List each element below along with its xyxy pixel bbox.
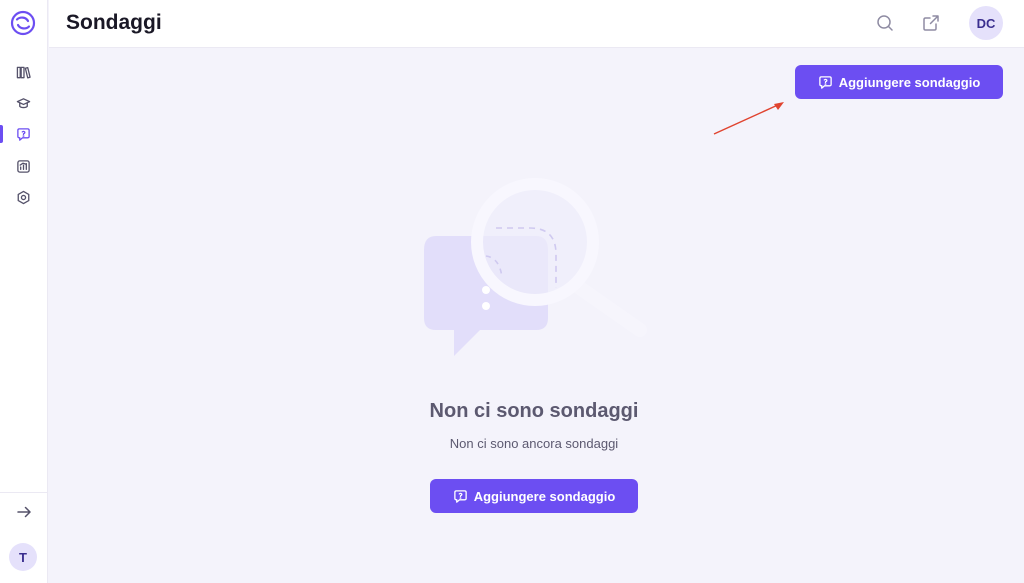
- sidebar-item-surveys[interactable]: [12, 123, 34, 145]
- question-bubble-icon: [453, 489, 467, 503]
- arrow-right-icon: [17, 506, 31, 518]
- chart-icon: [16, 159, 30, 173]
- add-survey-button[interactable]: Aggiungere sondaggio: [795, 65, 1003, 99]
- sidebar-item-courses[interactable]: [12, 92, 34, 114]
- user-avatar[interactable]: T: [9, 543, 37, 571]
- sidebar-item-settings[interactable]: [12, 186, 34, 208]
- empty-state-add-survey-button[interactable]: Aggiungere sondaggio: [430, 479, 638, 513]
- external-link-icon: [923, 15, 939, 31]
- active-indicator: [0, 125, 3, 143]
- empty-state-title: Non ci sono sondaggi: [429, 400, 639, 422]
- sidebar-divider: [0, 492, 48, 493]
- app-logo-icon[interactable]: [10, 10, 36, 36]
- account-avatar[interactable]: DC: [969, 6, 1003, 40]
- hexagon-gear-icon: [17, 190, 29, 204]
- question-bubble-icon: [16, 127, 30, 141]
- search-button[interactable]: [874, 12, 896, 34]
- graduation-cap-icon: [16, 97, 30, 108]
- empty-search-illustration: [424, 178, 647, 356]
- add-survey-button-label: Aggiungere sondaggio: [838, 74, 981, 90]
- search-icon: [877, 15, 893, 31]
- open-external-button[interactable]: [920, 12, 942, 34]
- page-title: Sondaggi: [66, 11, 162, 34]
- empty-state-subtitle: Non ci sono ancora sondaggi: [449, 436, 619, 451]
- sidebar-item-library[interactable]: [12, 61, 34, 83]
- annotation-arrow: [713, 102, 784, 135]
- expand-sidebar-button[interactable]: [12, 500, 36, 524]
- sidebar-item-analytics[interactable]: [12, 155, 34, 177]
- top-bar: Sondaggi DC: [49, 0, 1024, 48]
- books-icon: [16, 66, 31, 78]
- question-bubble-icon: [818, 75, 832, 89]
- sidebar: T: [0, 0, 48, 583]
- empty-state-button-label: Aggiungere sondaggio: [473, 488, 616, 504]
